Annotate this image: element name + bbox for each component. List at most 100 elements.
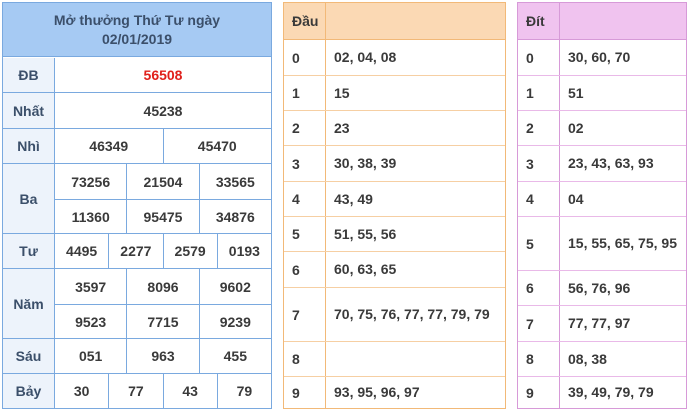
dau-numbers: 43, 49 [334,190,373,207]
dit-key: 8 [518,342,560,376]
dau-numbers: 93, 95, 96, 97 [334,384,420,400]
prize-number: 79 [236,383,253,399]
prize-row-sixth: Sáu 051 963 455 [3,339,271,374]
dit-numbers: 56, 76, 96 [568,279,631,296]
dit-numbers: 51 [568,84,584,101]
dit-row: 7 77, 77, 97 [518,305,686,341]
dau-numbers: 70, 75, 76, 77, 77, 79, 79 [334,306,490,322]
prize-number: 30 [55,374,110,408]
dit-numbers: 39, 49, 79, 79 [568,384,654,400]
dit-key: 7 [518,306,560,341]
dau-key: 5 [284,217,326,251]
dit-key: 5 [518,217,560,270]
results-title: Mở thưởng Thứ Tư ngày [53,11,221,28]
dit-key: 1 [518,76,560,110]
dau-row: 2 23 [284,110,505,145]
prize-label: Nhì [3,129,55,163]
prize-number: 963 [127,339,200,373]
dit-row: 5 15, 55, 65, 75, 95 [518,216,686,270]
dau-numbers: 60, 63, 65 [334,261,397,277]
prize-row-special: ĐB 56508 [3,58,271,93]
prize-label: Bảy [3,374,55,408]
dit-table-header: Đít [518,3,686,40]
dit-row: 6 56, 76, 96 [518,270,686,305]
prize-number: 2579 [164,234,218,268]
prize-number: 11360 [55,200,128,233]
dit-numbers: 04 [568,190,584,207]
prize-number: 77 [109,374,164,408]
dau-table: Đầu 0 02, 04, 08 1 15 2 23 3 30, 38, 39 4 43,… [283,2,506,409]
prize-number: 95475 [127,200,200,233]
prize-number: 73256 [55,164,128,199]
dau-row: 8 [284,341,505,376]
prize-number: 21504 [127,164,200,199]
dit-key: 2 [518,111,560,145]
prize-row-seventh: Bảy 30 77 43 79 [3,374,271,408]
prize-label: Tư [3,234,55,268]
dau-key: 8 [284,342,326,376]
prize-number: 7715 [127,305,200,338]
prize-number: 9523 [55,305,128,338]
dau-table-header: Đầu [284,3,505,40]
dit-row: 8 08, 38 [518,341,686,376]
prize-number: 34876 [215,208,255,225]
dau-row: 4 43, 49 [284,181,505,216]
prize-number: 051 [55,339,128,373]
dit-key: 4 [518,182,560,216]
prize-label: Sáu [3,339,55,373]
dau-numbers: 30, 38, 39 [334,155,397,171]
prize-number: 0193 [228,243,260,259]
prize-row-second: Nhì 46349 45470 [3,129,271,164]
dit-row: 0 30, 60, 70 [518,40,686,75]
dit-row: 2 02 [518,110,686,145]
prize-number: 56508 [143,67,183,83]
dau-row: 9 93, 95, 96, 97 [284,376,505,408]
dau-key: 7 [284,288,326,341]
prize-number: 9602 [219,278,251,295]
dau-numbers: 15 [334,84,350,101]
prize-number: 8096 [127,269,200,304]
dit-numbers: 77, 77, 97 [568,315,631,331]
prize-number: 45470 [197,138,237,154]
prize-number: 33565 [215,173,255,190]
results-table: Mở thưởng Thứ Tư ngày 02/01/2019 ĐB 5650… [2,2,272,409]
dau-key: 3 [284,146,326,181]
dit-row: 3 23, 43, 63, 93 [518,145,686,181]
dit-header-label: Đít [518,3,560,39]
dau-key: 9 [284,377,326,408]
dit-numbers: 08, 38 [568,350,607,367]
dau-numbers: 51, 55, 56 [334,225,397,242]
dit-key: 6 [518,271,560,305]
dau-row: 6 60, 63, 65 [284,251,505,287]
dau-key: 6 [284,252,326,287]
dit-row: 4 04 [518,181,686,216]
dit-numbers: 23, 43, 63, 93 [568,155,654,171]
prize-number: 455 [223,348,247,364]
prize-row-fifth: Năm 3597 8096 9602 9523 7715 9239 [3,269,271,339]
dit-numbers: 30, 60, 70 [568,49,631,65]
dau-header-label: Đầu [284,3,326,39]
dit-row: 1 51 [518,75,686,110]
dau-row: 3 30, 38, 39 [284,145,505,181]
dit-numbers: 02 [568,119,584,136]
dau-row: 0 02, 04, 08 [284,40,505,75]
prize-label: Ba [3,164,55,233]
prize-number: 4495 [55,234,110,268]
prize-row-fourth: Tư 4495 2277 2579 0193 [3,234,271,269]
prize-label: Năm [3,269,55,338]
prize-row-first: Nhất 45238 [3,93,271,129]
results-date: 02/01/2019 [101,30,173,47]
dau-numbers: 02, 04, 08 [334,49,397,65]
prize-label: ĐB [3,58,55,92]
dau-row: 7 70, 75, 76, 77, 77, 79, 79 [284,287,505,341]
prize-number: 43 [164,374,218,408]
dit-key: 9 [518,377,560,408]
dit-row: 9 39, 49, 79, 79 [518,376,686,408]
dau-numbers [326,342,505,376]
dau-key: 0 [284,40,326,75]
dau-key: 1 [284,76,326,110]
dau-key: 2 [284,111,326,145]
prize-row-third: Ba 73256 21504 33565 11360 95475 34876 [3,164,271,234]
prize-number: 9239 [219,313,251,330]
results-header: Mở thưởng Thứ Tư ngày 02/01/2019 [3,3,271,57]
